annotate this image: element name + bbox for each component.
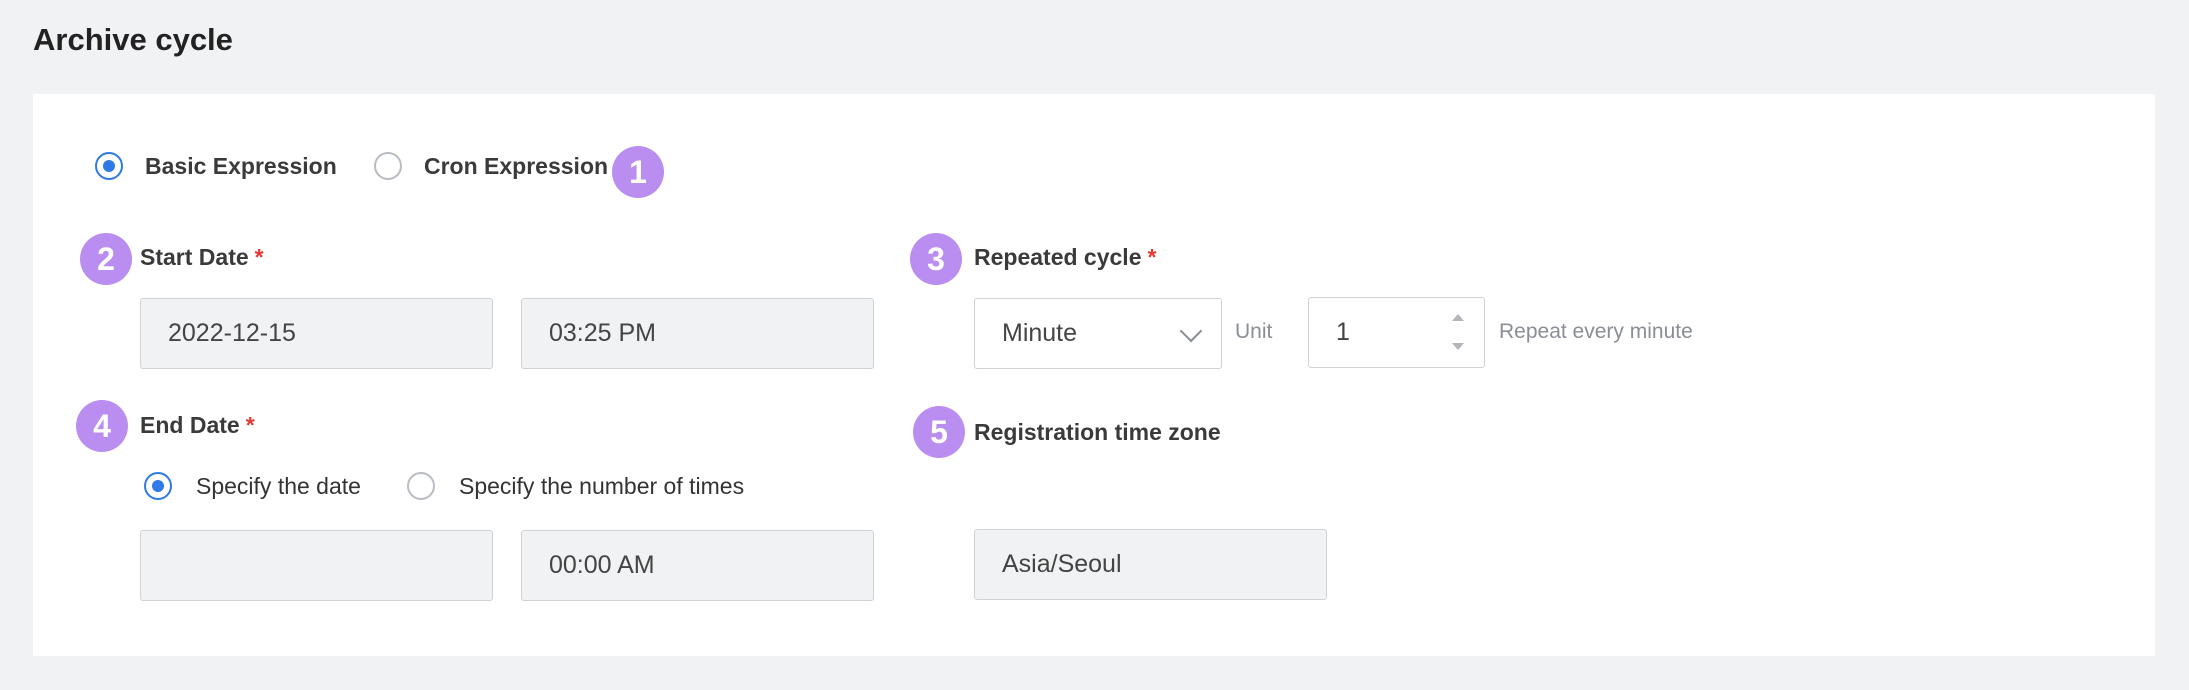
- repeat-hint: Repeat every minute: [1499, 320, 1693, 343]
- radio-specify-date[interactable]: Specify the date: [144, 472, 361, 500]
- radio-basic-expression[interactable]: Basic Expression: [95, 152, 337, 180]
- radio-basic-expression-label: Basic Expression: [145, 152, 337, 179]
- step-badge-3: 3: [910, 233, 962, 285]
- end-date-label: End Date *: [140, 412, 255, 439]
- start-date-label: Start Date *: [140, 244, 264, 271]
- number-stepper[interactable]: [1450, 312, 1466, 352]
- end-date-required-mark: *: [245, 412, 255, 438]
- step-badge-2: 2: [80, 233, 132, 285]
- unit-label: Unit: [1235, 320, 1273, 343]
- time-zone-value: Asia/Seoul: [1002, 550, 1122, 578]
- radio-cron-expression-label: Cron Expression: [424, 152, 609, 179]
- radio-specify-times-label: Specify the number of times: [459, 472, 745, 499]
- start-time-value: 03:25 PM: [549, 319, 657, 347]
- repeated-cycle-label: Repeated cycle *: [974, 244, 1156, 271]
- chevron-down-icon: [1179, 319, 1203, 342]
- page-title: Archive cycle: [33, 22, 233, 57]
- repeated-cycle-label-text: Repeated cycle: [974, 244, 1142, 270]
- radio-specify-date-indicator: [144, 472, 172, 500]
- time-zone-input[interactable]: Asia/Seoul: [974, 529, 1327, 600]
- start-date-label-text: Start Date: [140, 244, 249, 270]
- end-time-value: 00:00 AM: [549, 551, 655, 579]
- start-date-required-mark: *: [254, 244, 264, 270]
- radio-specify-times-indicator: [407, 472, 435, 500]
- step-badge-1: 1: [612, 146, 664, 198]
- end-date-label-text: End Date: [140, 412, 240, 438]
- radio-basic-expression-indicator: [95, 152, 123, 180]
- step-badge-4: 4: [76, 400, 128, 452]
- radio-cron-expression-indicator: [374, 152, 402, 180]
- radio-specify-date-label: Specify the date: [196, 472, 361, 499]
- step-badge-5: 5: [913, 406, 965, 458]
- repeat-count-value: 1: [1336, 318, 1350, 346]
- start-date-input[interactable]: 2022-12-15: [140, 298, 493, 369]
- repeat-unit-select[interactable]: Minute: [974, 298, 1222, 369]
- stepper-up-icon[interactable]: [1452, 314, 1464, 321]
- start-date-value: 2022-12-15: [168, 319, 296, 347]
- radio-cron-expression[interactable]: Cron Expression: [374, 152, 608, 180]
- repeat-count-input[interactable]: 1: [1308, 297, 1485, 368]
- repeated-cycle-required-mark: *: [1147, 244, 1157, 270]
- radio-specify-times[interactable]: Specify the number of times: [407, 472, 744, 500]
- repeat-unit-value: Minute: [1002, 319, 1078, 347]
- end-date-input[interactable]: [140, 530, 493, 601]
- time-zone-label: Registration time zone: [974, 419, 1221, 445]
- end-time-input[interactable]: 00:00 AM: [521, 530, 874, 601]
- stepper-down-icon[interactable]: [1452, 343, 1464, 350]
- archive-cycle-card: Basic Expression Cron Expression 1 2 Sta…: [33, 94, 2155, 656]
- start-time-input[interactable]: 03:25 PM: [521, 298, 874, 369]
